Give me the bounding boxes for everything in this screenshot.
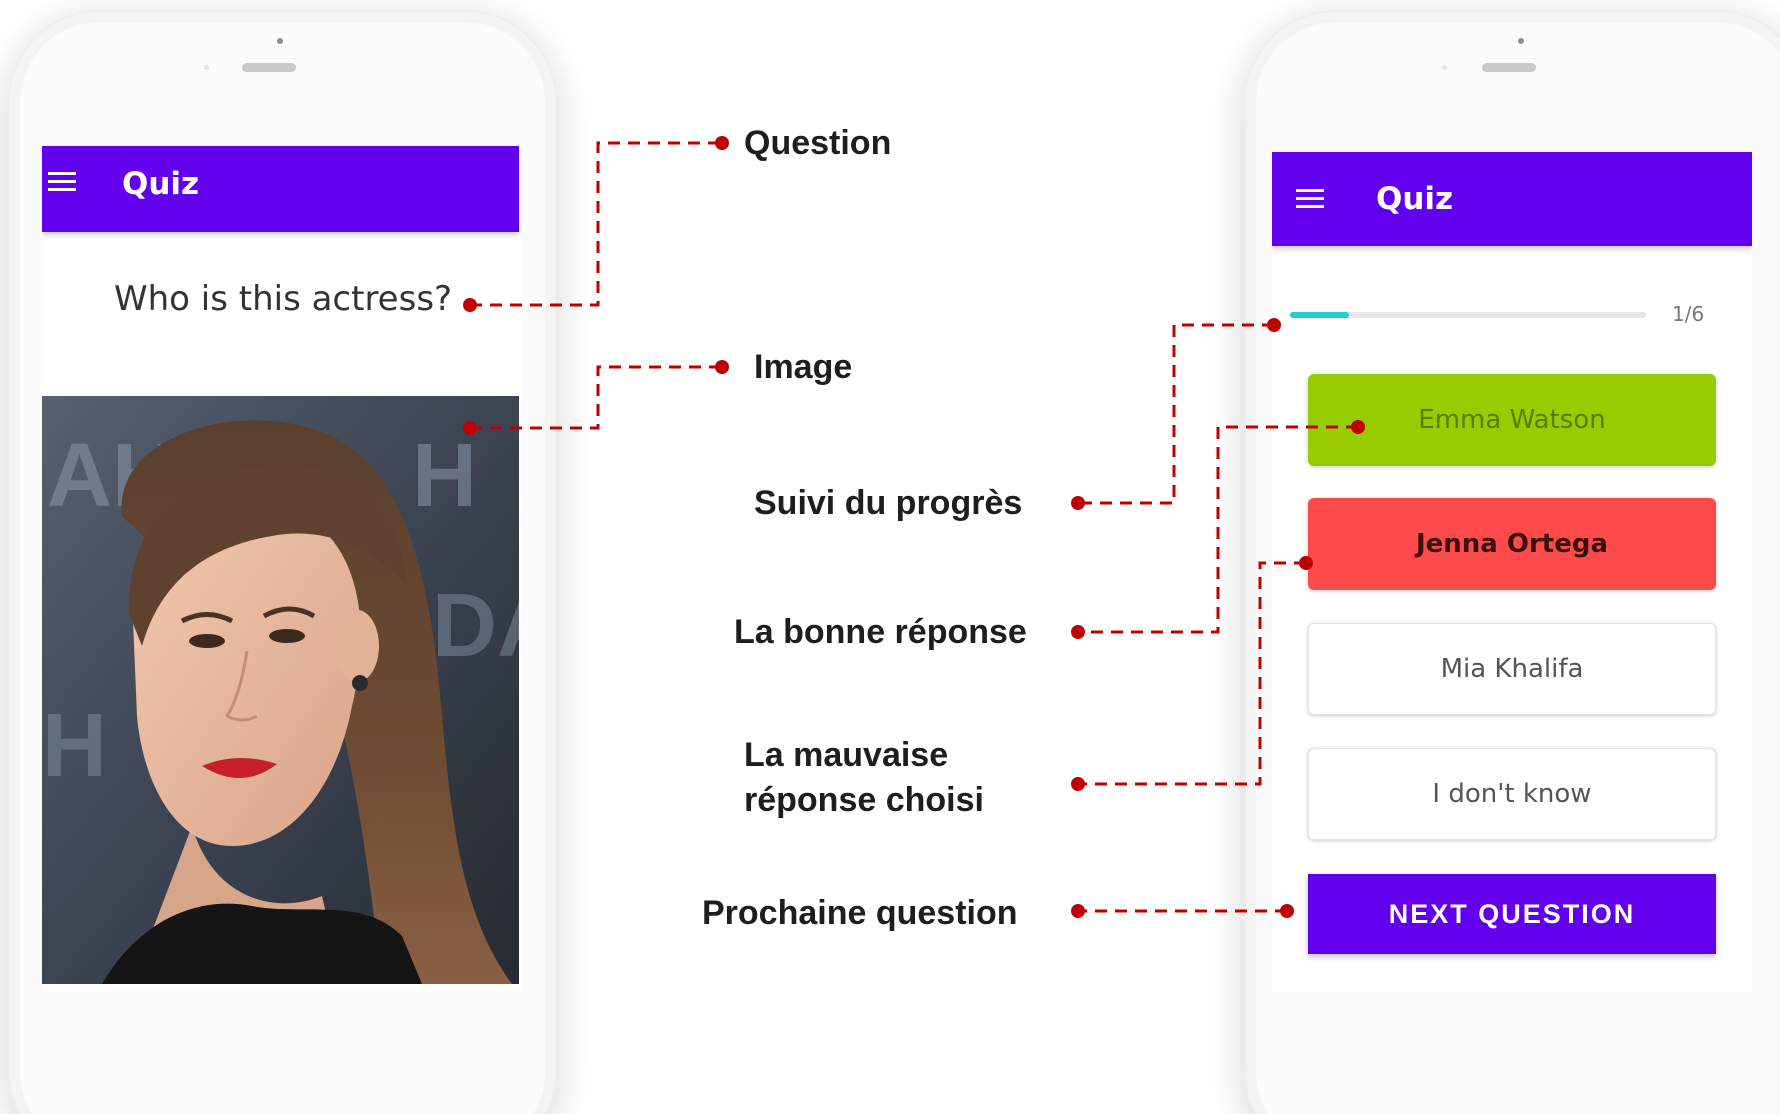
- callout-wrong-answer-line1: La mauvaise: [744, 736, 949, 774]
- callout-wrong-answer-line2: réponse choisi: [744, 781, 984, 819]
- annotation-connectors: [463, 136, 1365, 918]
- callout-wrong-answer: La mauvaise réponse choisi: [744, 733, 984, 823]
- callout-progress-tracking: Suivi du progrès: [754, 484, 1023, 522]
- callout-question: Question: [744, 124, 892, 162]
- callout-image: Image: [754, 348, 853, 386]
- callout-correct-answer: La bonne réponse: [734, 613, 1027, 651]
- callout-next-question: Prochaine question: [702, 894, 1018, 932]
